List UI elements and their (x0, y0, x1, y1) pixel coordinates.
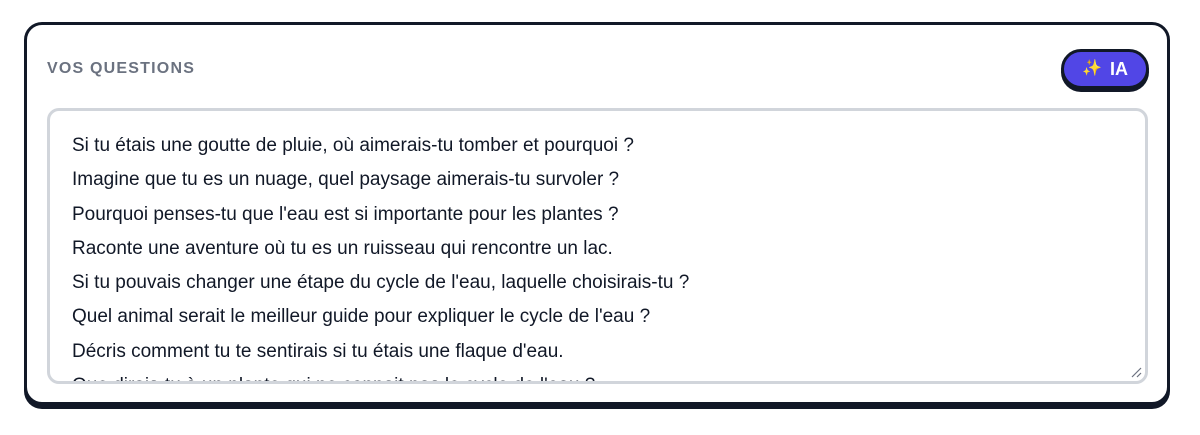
ia-button[interactable]: ✨ IA (1061, 49, 1149, 89)
question-line: Raconte une aventure où tu es un ruissea… (72, 237, 613, 259)
question-line: Imagine que tu es un nuage, quel paysage… (72, 169, 620, 191)
question-line: Que dirais-tu à un plante qui ne connait… (72, 369, 1125, 381)
question-line: Si tu étais une goutte de pluie, où aime… (72, 135, 634, 156)
questions-textarea[interactable]: Si tu étais une goutte de pluie, où aime… (47, 108, 1148, 384)
question-line: Quel animal serait le meilleur guide pou… (72, 306, 651, 328)
sparkles-icon: ✨ (1082, 60, 1102, 77)
section-title: VOS QUESTIONS (47, 60, 196, 77)
questions-card: VOS QUESTIONS ✨ IA Si tu étais une goutt… (24, 22, 1170, 405)
ia-button-label: IA (1109, 58, 1128, 79)
resize-handle-icon[interactable] (1130, 366, 1142, 378)
questions-text[interactable]: Si tu étais une goutte de pluie, où aime… (72, 129, 1125, 381)
question-line: Si tu pouvais changer une étape du cycle… (72, 272, 690, 294)
question-line: Pourquoi penses-tu que l'eau est si impo… (72, 203, 619, 225)
question-line: Décris comment tu te sentirais si tu éta… (72, 340, 564, 362)
